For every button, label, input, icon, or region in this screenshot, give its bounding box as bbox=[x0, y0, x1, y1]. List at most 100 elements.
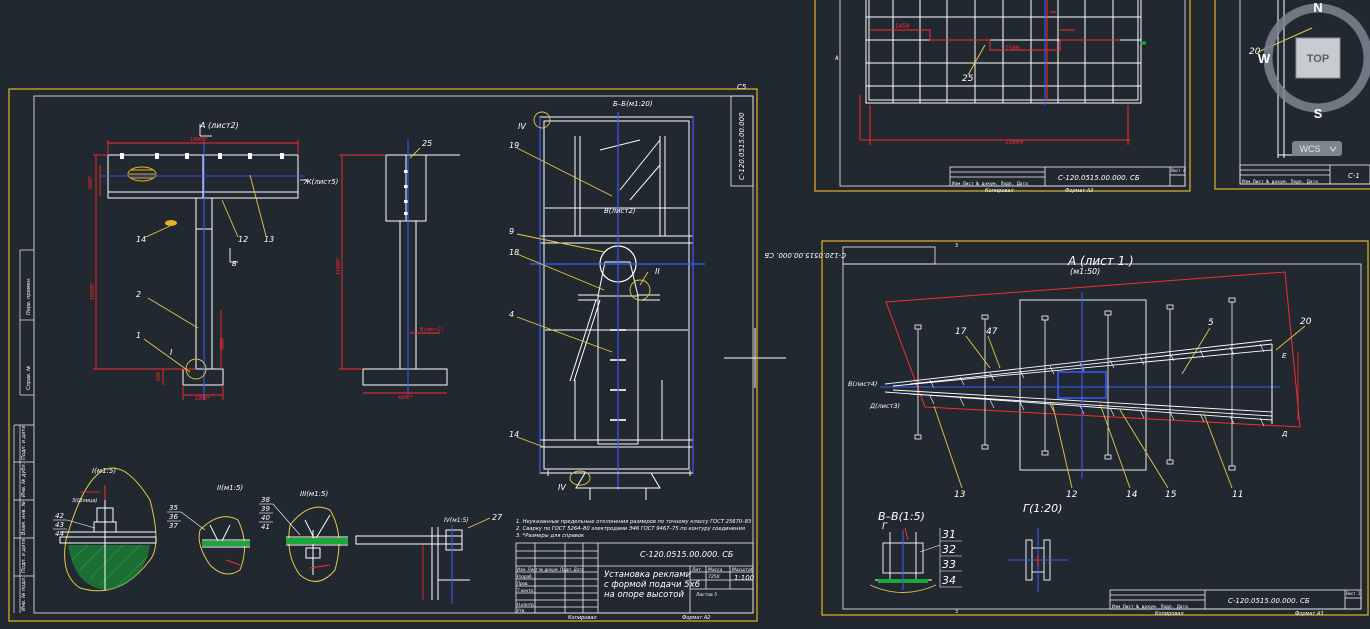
svg-text:Масштаб: Масштаб bbox=[732, 567, 754, 573]
svg-text:5: 5 bbox=[1208, 318, 1214, 328]
svg-text:25: 25 bbox=[422, 139, 432, 148]
svg-text:Ж(лист5): Ж(лист5) bbox=[303, 178, 339, 186]
svg-text:В(лист4): В(лист4) bbox=[848, 380, 877, 388]
svg-text:15: 15 bbox=[1165, 490, 1177, 500]
billboard-grid bbox=[865, 0, 1142, 104]
svg-text:10000*: 10000* bbox=[90, 282, 96, 300]
svg-text:9: 9 bbox=[509, 227, 514, 236]
title-block-roles: Изм. Лист № докум. Подп. Дата Разраб. Пр… bbox=[517, 567, 584, 613]
front-view bbox=[107, 154, 299, 386]
svg-text:Лист 2: Лист 2 bbox=[1346, 591, 1361, 596]
svg-text:600: 600 bbox=[156, 372, 162, 381]
svg-text:Лит.: Лит. bbox=[691, 567, 702, 573]
svg-text:Справ. №: Справ. № bbox=[26, 366, 32, 390]
right-sheet-callouts: 17 47 5 20 13 12 14 15 11 bbox=[954, 317, 1312, 500]
svg-text:47: 47 bbox=[986, 327, 998, 337]
compass-south[interactable]: S bbox=[1314, 106, 1323, 121]
svg-text:WCS: WCS bbox=[1300, 144, 1321, 154]
detail-2-items: 35 36 37 bbox=[169, 504, 178, 530]
svg-text:С-1: С-1 bbox=[1348, 172, 1360, 180]
svg-text:14: 14 bbox=[509, 430, 519, 439]
svg-text:19: 19 bbox=[509, 141, 519, 150]
side-view bbox=[350, 154, 460, 386]
svg-text:2: 2 bbox=[136, 290, 141, 299]
svg-text:42: 42 bbox=[55, 512, 64, 520]
svg-text:4: 4 bbox=[509, 310, 514, 319]
svg-text:39: 39 bbox=[261, 505, 270, 513]
svg-text:Изм Лист № докум. Подп. Дата: Изм Лист № докум. Подп. Дата bbox=[952, 181, 1028, 187]
svg-text:III(м1:5): III(м1:5) bbox=[300, 490, 328, 498]
svg-text:С5: С5 bbox=[737, 83, 747, 91]
svg-text:Листов 5: Листов 5 bbox=[695, 592, 717, 598]
svg-text:А: А bbox=[835, 55, 839, 62]
svg-text:Формат А2: Формат А2 bbox=[682, 615, 710, 621]
svg-text:15000: 15000 bbox=[1005, 139, 1023, 146]
svg-text:Н.контр.: Н.контр. bbox=[517, 602, 535, 607]
svg-text:40: 40 bbox=[261, 514, 270, 522]
right-sheet: С-120.0515.00.000. СБ А (лист 1.) (м1:50… bbox=[764, 240, 1369, 617]
svg-text:32: 32 bbox=[942, 543, 956, 556]
viewcube[interactable]: TOP N S W WCS bbox=[1258, 0, 1370, 156]
detail-3-items: 38 39 40 41 bbox=[261, 496, 270, 531]
svg-text:на опоре высотой: на опоре высотой bbox=[604, 590, 684, 600]
svg-text:18: 18 bbox=[509, 248, 519, 257]
svg-text:TOP: TOP bbox=[1307, 53, 1329, 65]
svg-text:С-120.0515.00.000. СБ: С-120.0515.00.000. СБ bbox=[1228, 597, 1310, 605]
svg-text:14: 14 bbox=[1126, 490, 1138, 500]
svg-text:С-120.0515.00.000: С-120.0515.00.000 bbox=[738, 112, 746, 180]
drawing-code: С-120.0515.00.000. СБ bbox=[640, 550, 734, 559]
svg-text:(м1:50): (м1:50) bbox=[1070, 267, 1100, 276]
svg-text:34: 34 bbox=[942, 574, 956, 587]
svg-text:38: 38 bbox=[261, 496, 270, 504]
detail-3 bbox=[286, 514, 348, 575]
svg-text:Утв.: Утв. bbox=[517, 608, 525, 613]
main-sheet: С5 С-120.0515.00.000 Перв. примен. Справ… bbox=[8, 83, 758, 622]
svg-text:12: 12 bbox=[238, 235, 248, 244]
svg-text:13: 13 bbox=[954, 490, 966, 500]
svg-text:3: 3 bbox=[955, 243, 958, 249]
svg-text:17: 17 bbox=[955, 327, 967, 337]
svg-text:1:100: 1:100 bbox=[734, 574, 755, 582]
svg-text:Инв. № дубл.: Инв. № дубл. bbox=[21, 463, 27, 497]
svg-text:Д(лист3): Д(лист3) bbox=[869, 402, 900, 410]
svg-text:13: 13 bbox=[264, 235, 274, 244]
svg-text:Т.контр.: Т.контр. bbox=[517, 588, 534, 593]
svg-text:2. Сварку по ГОСТ 5264–80 элек: 2. Сварку по ГОСТ 5264–80 электродами Э4… bbox=[516, 526, 745, 532]
drawing-canvas[interactable]: 1500 1450 15000 25 А С-120.0515.00.000. … bbox=[0, 0, 1370, 629]
main-sheet-frame bbox=[8, 88, 758, 622]
svg-text:31: 31 bbox=[942, 528, 956, 541]
top-sheet: 1500 1450 15000 25 А С-120.0515.00.000. … bbox=[814, 0, 1191, 194]
svg-text:36: 36 bbox=[169, 513, 178, 521]
svg-text:Масса: Масса bbox=[708, 567, 723, 573]
svg-text:3: 3 bbox=[955, 609, 958, 615]
svg-text:Копировал: Копировал bbox=[985, 188, 1014, 194]
svg-text:IV: IV bbox=[558, 483, 566, 492]
technical-notes: 1. Неуказанные предельные отклонения раз… bbox=[516, 519, 751, 539]
detail-vv-items: 31 32 33 34 bbox=[942, 528, 956, 587]
compass-north[interactable]: N bbox=[1313, 0, 1322, 15]
svg-text:5000: 5000 bbox=[220, 338, 226, 350]
svg-text:44: 44 bbox=[55, 530, 64, 538]
svg-text:41: 41 bbox=[261, 523, 270, 531]
svg-text:1: 1 bbox=[136, 331, 141, 340]
compass-west[interactable]: W bbox=[1258, 51, 1271, 66]
svg-text:Пров.: Пров. bbox=[517, 581, 529, 586]
svg-text:Б: Б bbox=[232, 260, 237, 268]
svg-text:С-120.0515.00.000. СБ: С-120.0515.00.000. СБ bbox=[764, 251, 846, 259]
svg-text:Изм Лист № докум. Подп. Дата: Изм Лист № докум. Подп. Дата bbox=[1112, 604, 1188, 610]
svg-text:II: II bbox=[655, 267, 660, 276]
svg-text:Подп. и дата: Подп. и дата bbox=[21, 426, 27, 460]
svg-text:Д: Д bbox=[1281, 430, 1288, 438]
svg-text:11: 11 bbox=[1232, 490, 1243, 500]
right-sheet-frame bbox=[821, 240, 1369, 616]
top-sheet-callout: 25 bbox=[962, 74, 974, 84]
view-a-title: А (лист 1.) bbox=[1067, 254, 1134, 268]
top-sheet-dimensions bbox=[859, 0, 1130, 145]
svg-text:Формат А3: Формат А3 bbox=[1295, 611, 1323, 617]
svg-text:3000*: 3000* bbox=[88, 175, 94, 190]
svg-text:7250: 7250 bbox=[708, 574, 720, 580]
cad-viewport[interactable]: 1500 1450 15000 25 А С-120.0515.00.000. … bbox=[0, 0, 1370, 629]
svg-text:1. Неуказанные предельные откл: 1. Неуказанные предельные отклонения раз… bbox=[516, 519, 751, 525]
svg-text:20: 20 bbox=[1300, 317, 1312, 327]
detail-4 bbox=[355, 527, 470, 600]
